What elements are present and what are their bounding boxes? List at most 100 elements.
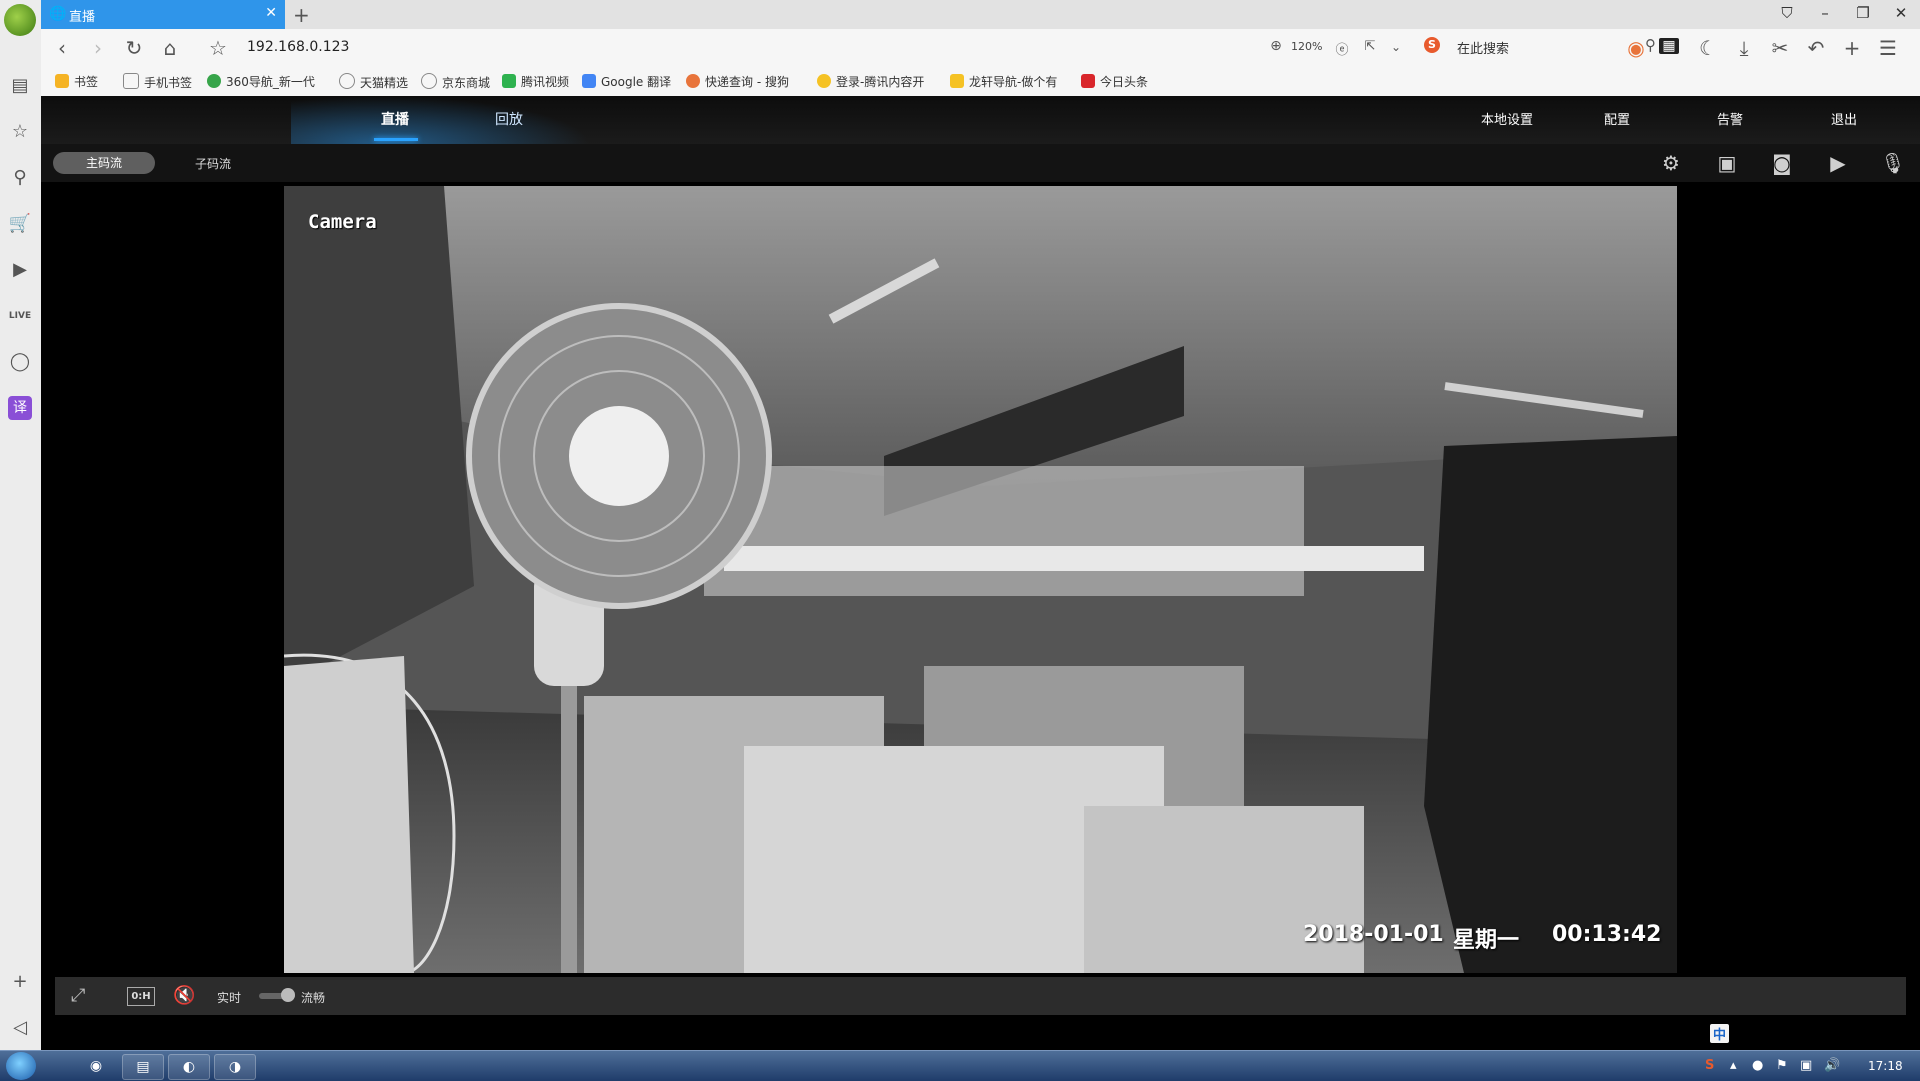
translate-icon[interactable]: 译 (8, 396, 32, 420)
video-record-icon[interactable]: ▶ (1824, 151, 1852, 175)
close-window-icon[interactable]: ✕ (1889, 4, 1913, 22)
tab-live[interactable]: 🌐 直播 ✕ (41, 0, 285, 29)
duck-icon (950, 74, 964, 88)
bookmark-item[interactable]: Google 翻译 (582, 73, 671, 90)
player-controls: ⤢ 0:H 🔇 实时 流畅 (55, 977, 1906, 1015)
tencent-video-icon (502, 74, 516, 88)
ie-mode-icon[interactable]: ⓔ (1329, 39, 1355, 58)
search-icon[interactable]: ⚲ (8, 166, 32, 190)
app-icon[interactable]: ◑ (214, 1054, 256, 1080)
tray-arrow-icon[interactable]: ▴ (1730, 1058, 1737, 1073)
camera-snapshot-icon[interactable]: ◙ (1768, 151, 1796, 175)
mute-icon[interactable]: 🔇 (173, 985, 195, 1006)
add-icon[interactable]: + (8, 970, 32, 994)
globe-icon: 🌐 (49, 6, 67, 22)
download-icon[interactable]: ⤓ (1731, 36, 1757, 60)
osd-date: 2018-01-01 (1303, 922, 1444, 947)
gear-icon[interactable]: ⚙ (1657, 151, 1685, 175)
new-tab-button[interactable]: + (293, 3, 310, 27)
bookmark-item[interactable]: 龙轩导航-做个有 (950, 73, 1057, 90)
nav-logout[interactable]: 退出 (1831, 109, 1857, 128)
share-icon[interactable]: ⇱ (1357, 39, 1383, 54)
reload-icon[interactable]: ↻ (121, 36, 147, 60)
bookmark-item[interactable]: 360导航_新一代 (207, 73, 315, 90)
qq-tray-icon[interactable]: ● (1752, 1058, 1763, 1073)
fullscreen-icon[interactable]: ⤢ (71, 985, 85, 1006)
windows-taskbar: ◉ ▤ ◐ ◑ S ▴ ● ⚑ ▣ 🔊 17:18 (0, 1050, 1920, 1081)
bookmark-item[interactable]: 登录-腾讯内容开 (817, 73, 924, 90)
aspect-ratio-button[interactable]: 0:H (127, 987, 155, 1006)
browser-app-icon[interactable]: ◐ (168, 1054, 210, 1080)
restore-icon[interactable]: ❐ (1851, 4, 1875, 22)
news-icon[interactable]: ▤ (8, 74, 32, 98)
bookmark-item[interactable]: 今日头条 (1081, 73, 1148, 90)
game-icon[interactable]: ◉ (1623, 36, 1649, 60)
back-icon[interactable]: ‹ (49, 36, 75, 60)
menu-icon[interactable]: ☰ (1875, 36, 1901, 60)
nav-local-settings[interactable]: 本地设置 (1481, 109, 1533, 128)
bookmark-item[interactable]: 快递查询 - 搜狗 (686, 73, 789, 90)
user-avatar[interactable] (4, 4, 36, 36)
app-icon[interactable]: ▤ (122, 1054, 164, 1080)
start-button[interactable] (6, 1052, 36, 1080)
search-box[interactable]: S 在此搜索 ⚲ (1421, 35, 1656, 59)
record-search-icon[interactable]: ▣ (1713, 151, 1741, 175)
microphone-icon[interactable]: 🎙 (1879, 151, 1907, 175)
home-icon[interactable]: ⌂ (157, 36, 183, 60)
zoom-icon[interactable]: ⊕ (1263, 38, 1289, 54)
chevron-down-icon[interactable]: ⌄ (1383, 40, 1409, 54)
search-input[interactable]: 在此搜索 (1457, 38, 1509, 57)
bookmark-item[interactable]: 手机书签 (123, 73, 192, 91)
bookmark-item[interactable]: 书签 (55, 73, 98, 90)
bookmark-item[interactable]: 京东商城 (421, 73, 490, 91)
flag-tray-icon[interactable]: ⚑ (1776, 1058, 1788, 1073)
undo-icon[interactable]: ↶ (1803, 36, 1829, 60)
sogou-tray-icon[interactable]: S (1705, 1058, 1714, 1073)
browser-sidebar: ▤ ☆ ⚲ 🛒 ▶ LIVE ◯ 译 + ◁ (0, 0, 42, 1050)
live-icon[interactable]: LIVE (8, 304, 32, 328)
bookmark-item[interactable]: 天猫精选 (339, 73, 408, 91)
screenshot-scissors-icon[interactable]: ✂ (1767, 36, 1793, 60)
realtime-label: 实时 (217, 991, 242, 1005)
chat-bubble-icon[interactable]: ◯ (8, 350, 32, 374)
shopping-cart-icon[interactable]: 🛒 (8, 212, 32, 236)
tab-title: 直播 (69, 10, 96, 25)
globe-icon (421, 73, 437, 89)
tab-bar: 🌐 直播 ✕ + ⛉ – ❐ ✕ (41, 0, 1920, 30)
volume-tray-icon[interactable]: 🔊 (1824, 1058, 1840, 1073)
forward-icon[interactable]: › (85, 36, 111, 60)
sub-stream-button[interactable]: 子码流 (195, 155, 231, 172)
clock[interactable]: 17:18 (1868, 1059, 1903, 1073)
network-tray-icon[interactable]: ▣ (1800, 1058, 1812, 1073)
skin-icon[interactable]: ⛉ (1775, 4, 1799, 22)
nav-alarm[interactable]: 告警 (1717, 109, 1743, 128)
smooth-label: 流畅 (301, 991, 326, 1005)
plus-icon[interactable]: + (1839, 36, 1865, 60)
main-stream-button[interactable]: 主码流 (53, 152, 155, 174)
favorites-star-icon[interactable]: ☆ (8, 120, 32, 144)
night-mode-icon[interactable]: ☾ (1695, 36, 1721, 60)
google-translate-icon (582, 74, 596, 88)
ime-indicator[interactable]: 中 (1710, 1024, 1730, 1043)
active-tab-indicator (374, 138, 418, 141)
latency-slider-knob[interactable] (281, 988, 295, 1002)
live-video-feed[interactable] (284, 186, 1677, 973)
close-tab-icon[interactable]: ✕ (265, 5, 277, 21)
mobile-icon (123, 73, 139, 89)
bookmark-star-icon[interactable]: ☆ (205, 36, 231, 60)
nav-config[interactable]: 配置 (1604, 109, 1630, 128)
tab-playback[interactable]: 回放 (495, 109, 523, 129)
collapse-sidebar-icon[interactable]: ◁ (8, 1016, 32, 1040)
globe-icon (339, 73, 355, 89)
camera-image (284, 186, 1677, 973)
star-icon (55, 74, 69, 88)
sogou-icon (686, 74, 700, 88)
bookmark-item[interactable]: 腾讯视频 (502, 73, 569, 90)
video-icon[interactable]: ▶ (8, 258, 32, 282)
calendar-icon[interactable]: ▦ (1659, 38, 1679, 54)
minimize-icon[interactable]: – (1813, 4, 1837, 22)
tab-live[interactable]: 直播 (381, 109, 409, 129)
zoom-level[interactable]: 120% (1291, 40, 1322, 53)
address-input[interactable]: 192.168.0.123 (247, 39, 349, 55)
app-icon[interactable]: ◉ (76, 1054, 116, 1078)
